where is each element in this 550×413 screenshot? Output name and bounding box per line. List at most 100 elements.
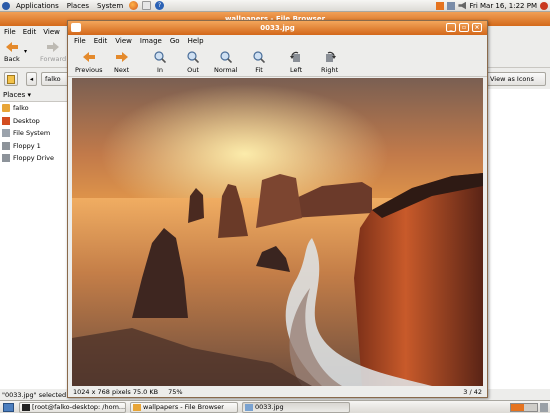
- back-label: Back: [4, 55, 20, 63]
- minimize-icon[interactable]: _: [446, 23, 456, 32]
- view-as-select[interactable]: View as Icons: [486, 72, 546, 86]
- rotate-left-icon: [290, 51, 301, 62]
- viewer-menu-image[interactable]: Image: [140, 37, 162, 46]
- rotate-left-button[interactable]: Left: [290, 51, 302, 74]
- place-file-system[interactable]: File System: [0, 127, 67, 140]
- volume-icon[interactable]: [458, 1, 467, 10]
- place-label: Floppy 1: [13, 141, 41, 150]
- taskbar-file-browser[interactable]: wallpapers - File Browser: [130, 402, 238, 413]
- edit-location-icon[interactable]: [4, 72, 18, 86]
- bottom-panel: [root@falko-desktop: /hom... wallpapers …: [0, 400, 550, 413]
- task-label: [root@falko-desktop: /hom...: [32, 403, 126, 411]
- floppy-drive-icon: [2, 154, 10, 163]
- displayed-image[interactable]: [72, 78, 483, 386]
- next-button[interactable]: Next: [114, 51, 129, 74]
- window-menu-icon[interactable]: [71, 23, 81, 32]
- zoom-fit-icon: [253, 51, 265, 63]
- place-floppy-drive[interactable]: Floppy Drive: [0, 152, 67, 165]
- place-label: Floppy Drive: [13, 154, 55, 163]
- harddisk-icon: [2, 129, 10, 138]
- places-menu[interactable]: Places: [65, 2, 91, 10]
- logout-icon[interactable]: [540, 1, 548, 10]
- file-browser-content-area[interactable]: [484, 89, 550, 389]
- mail-icon[interactable]: [142, 1, 152, 10]
- taskbar-image-viewer[interactable]: 0033.jpg: [242, 402, 350, 413]
- forward-label: Forward: [40, 55, 67, 63]
- show-desktop-icon[interactable]: [3, 403, 14, 412]
- home-folder-icon: [2, 104, 10, 113]
- zoom-fit-button[interactable]: Fit: [253, 51, 265, 74]
- places-sidebar: Places ▾ falko Desktop File System Flopp…: [0, 89, 68, 389]
- terminal-icon: [22, 404, 30, 411]
- place-label: falko: [13, 104, 29, 113]
- image-dimensions: 1024 x 768 pixels 75.0 KB: [73, 388, 159, 396]
- floppy-icon: [2, 141, 10, 150]
- firefox-icon[interactable]: [129, 1, 139, 10]
- task-label: wallpapers - File Browser: [143, 403, 224, 411]
- zoom-in-icon: [154, 51, 166, 63]
- zoom-out-button[interactable]: Out: [187, 51, 199, 74]
- rotate-right-icon: [325, 51, 336, 62]
- fb-menu-file[interactable]: File: [4, 28, 16, 36]
- rotate-right-label: Right: [321, 66, 339, 74]
- rotate-left-label: Left: [290, 66, 303, 74]
- image-icon: [245, 404, 253, 411]
- path-left-arrow-icon[interactable]: ◂: [26, 72, 37, 86]
- viewer-menu-file[interactable]: File: [74, 37, 86, 46]
- gnome-foot-icon[interactable]: [2, 1, 10, 10]
- zoom-normal-label: Normal: [214, 66, 238, 74]
- taskbar-terminal[interactable]: [root@falko-desktop: /hom...: [19, 402, 126, 413]
- place-desktop[interactable]: Desktop: [0, 115, 67, 128]
- zoom-in-button[interactable]: In: [154, 51, 166, 74]
- forward-arrow-icon: [47, 42, 60, 52]
- forward-button[interactable]: Forward: [40, 42, 66, 63]
- trash-icon[interactable]: [540, 403, 548, 412]
- help-icon[interactable]: ?: [155, 1, 165, 10]
- rotate-right-button[interactable]: Right: [321, 51, 338, 74]
- sunset-coastline-photo: [72, 78, 483, 386]
- image-position: 3 / 42: [463, 388, 482, 396]
- place-floppy-1[interactable]: Floppy 1: [0, 140, 67, 153]
- clock[interactable]: Fri Mar 16, 1:22 PM: [469, 2, 537, 10]
- back-dropdown-icon[interactable]: ▾: [24, 48, 27, 55]
- network-icon[interactable]: [447, 1, 456, 10]
- viewer-menu-help[interactable]: Help: [188, 37, 204, 46]
- workspace-switcher[interactable]: [510, 403, 538, 412]
- fb-menu-view[interactable]: View: [43, 28, 60, 36]
- viewer-statusbar: 1024 x 768 pixels 75.0 KB 75% 3 / 42: [68, 387, 487, 397]
- viewer-title: 0033.jpg: [260, 24, 295, 32]
- place-falko[interactable]: falko: [0, 102, 67, 115]
- zoom-level: 75%: [168, 388, 183, 396]
- zoom-in-label: In: [156, 66, 164, 74]
- desktop-icon: [2, 116, 10, 125]
- places-header[interactable]: Places ▾: [0, 89, 67, 102]
- viewer-menu-edit[interactable]: Edit: [94, 37, 108, 46]
- back-button[interactable]: Back: [4, 42, 20, 63]
- previous-label: Previous: [75, 66, 103, 74]
- system-menu[interactable]: System: [95, 2, 125, 10]
- previous-arrow-icon: [82, 52, 95, 62]
- fb-menu-edit[interactable]: Edit: [23, 28, 37, 36]
- folder-icon: [133, 404, 141, 411]
- applications-menu[interactable]: Applications: [14, 2, 61, 10]
- previous-button[interactable]: Previous: [75, 51, 102, 74]
- places-header-label: Places: [3, 91, 26, 99]
- zoom-normal-button[interactable]: Normal: [214, 51, 238, 74]
- zoom-fit-label: Fit: [255, 66, 263, 74]
- location-path-button[interactable]: falko: [41, 72, 69, 86]
- viewer-menu-go[interactable]: Go: [170, 37, 180, 46]
- close-icon[interactable]: ×: [472, 23, 482, 32]
- viewer-toolbar: Previous Next In Out Normal Fit Left Rig…: [68, 48, 487, 77]
- zoom-out-label: Out: [187, 66, 199, 74]
- viewer-menu-view[interactable]: View: [115, 37, 132, 46]
- viewer-titlebar[interactable]: 0033.jpg _ ▫ ×: [68, 21, 487, 35]
- maximize-icon[interactable]: ▫: [459, 23, 469, 32]
- update-notifier-icon[interactable]: [436, 1, 445, 10]
- viewer-menubar: File Edit View Image Go Help: [68, 36, 487, 47]
- place-label: Desktop: [13, 116, 40, 125]
- place-label: File System: [13, 129, 51, 138]
- zoom-out-icon: [187, 51, 199, 63]
- top-panel: Applications Places System ? Fri Mar 16,…: [0, 0, 550, 12]
- next-arrow-icon: [115, 52, 128, 62]
- next-label: Next: [114, 66, 130, 74]
